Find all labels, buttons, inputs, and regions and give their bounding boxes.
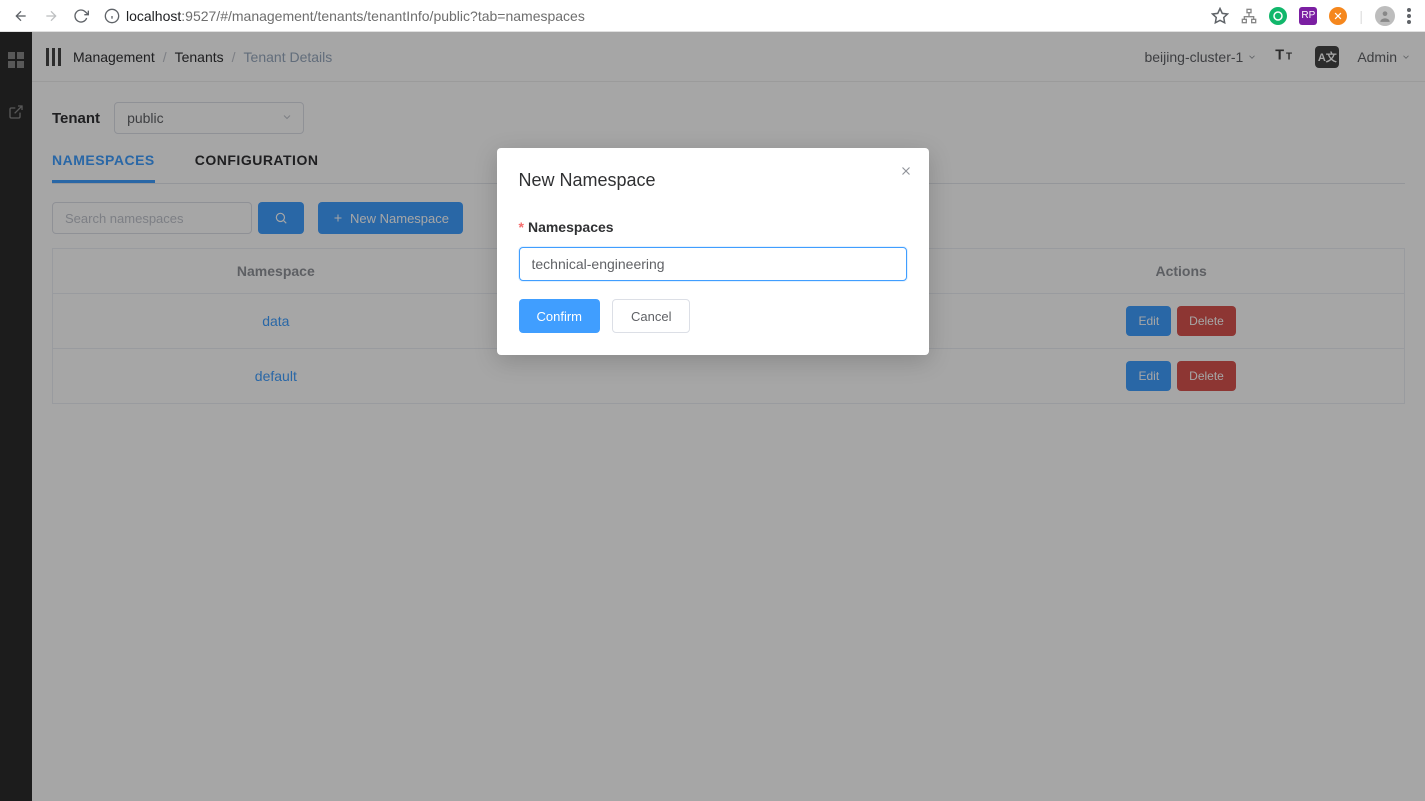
kebab-menu-icon[interactable] — [1407, 8, 1411, 24]
info-icon — [104, 8, 120, 24]
browser-right-icons: RP | — [1211, 6, 1415, 26]
sitemap-icon[interactable] — [1241, 8, 1257, 24]
forward-button[interactable] — [40, 5, 62, 27]
url-host: localhost — [126, 8, 181, 24]
browser-bar: localhost:9527/#/management/tenants/tena… — [0, 0, 1425, 32]
form-label-namespaces: *Namespaces — [519, 219, 907, 235]
star-icon[interactable] — [1211, 7, 1229, 25]
profile-avatar-icon[interactable] — [1375, 6, 1395, 26]
url-bar[interactable]: localhost:9527/#/management/tenants/tena… — [100, 8, 1203, 24]
namespace-input[interactable] — [519, 247, 907, 281]
url-path: :9527/#/management/tenants/tenantInfo/pu… — [181, 8, 585, 24]
modal-buttons: Confirm Cancel — [519, 299, 907, 333]
required-star: * — [519, 219, 524, 235]
cancel-button[interactable]: Cancel — [612, 299, 690, 333]
reload-button[interactable] — [70, 5, 92, 27]
extension-rp-icon[interactable]: RP — [1299, 7, 1317, 25]
new-namespace-modal: New Namespace *Namespaces Confirm Cancel — [497, 148, 929, 355]
confirm-button[interactable]: Confirm — [519, 299, 601, 333]
close-icon — [899, 164, 913, 178]
modal-title: New Namespace — [519, 170, 907, 191]
extension-orange-icon[interactable] — [1329, 7, 1347, 25]
extension-green-icon[interactable] — [1269, 7, 1287, 25]
back-button[interactable] — [10, 5, 32, 27]
modal-close-button[interactable] — [899, 164, 913, 183]
